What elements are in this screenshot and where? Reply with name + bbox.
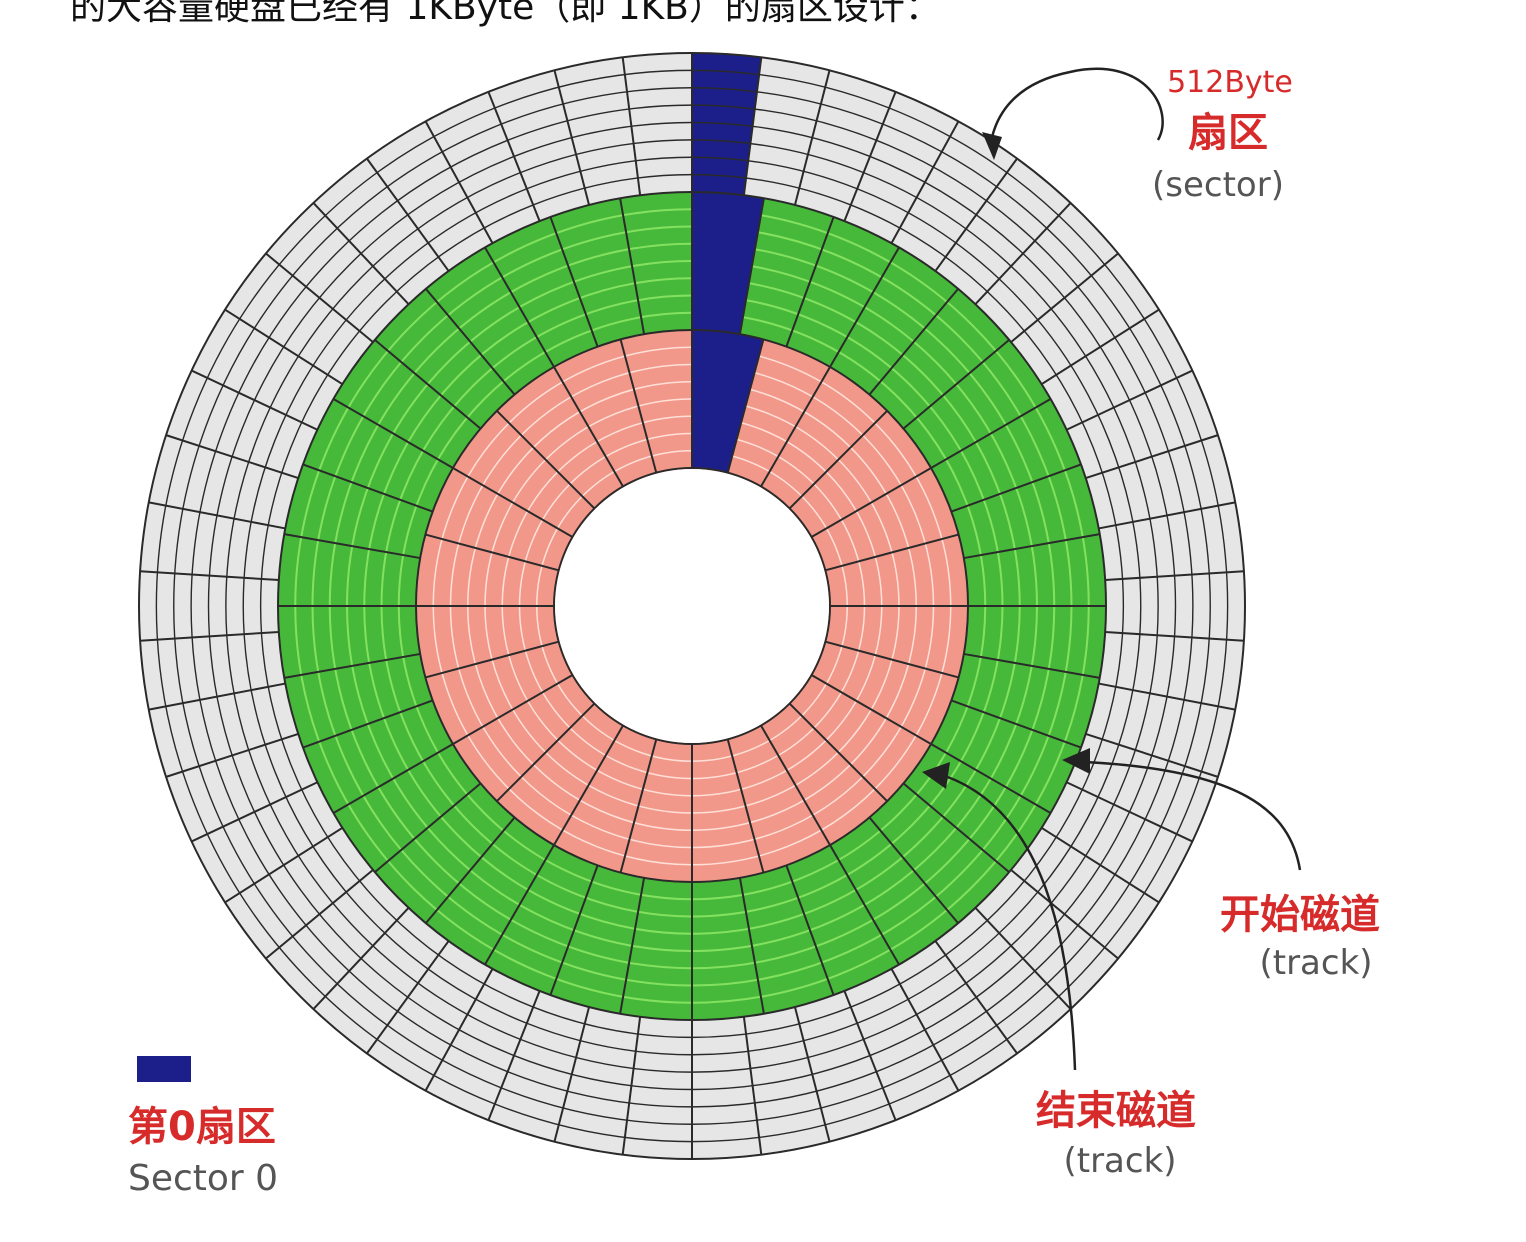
end-track-name-label: 结束磁道 xyxy=(1036,1088,1196,1134)
header-partial-text: 的大容量硬盘已经有 1KByte（即 1KB）的扇区设计： xyxy=(70,0,941,28)
disk-diagram-figure: 512Byte 扇区 (sector) 开始磁道 (track) 结束磁道 (t… xyxy=(0,0,1526,1238)
start-track-name-label: 开始磁道 xyxy=(1220,892,1380,938)
center-hole xyxy=(555,469,829,743)
sector-english-label: (sector) xyxy=(1152,165,1284,205)
disk-diagram: 512Byte 扇区 (sector) 开始磁道 (track) 结束磁道 (t… xyxy=(128,52,1380,1199)
sector-zero-legend-swatch xyxy=(137,1056,191,1082)
sector-arrow xyxy=(988,67,1164,149)
sector-name-label: 扇区 xyxy=(1188,110,1268,156)
legend-english-label: Sector 0 xyxy=(128,1158,278,1199)
end-track-english-label: (track) xyxy=(1063,1141,1176,1181)
sector-size-label: 512Byte xyxy=(1167,65,1293,100)
start-track-english-label: (track) xyxy=(1259,943,1372,983)
legend-name-label: 第0扇区 xyxy=(128,1104,276,1150)
